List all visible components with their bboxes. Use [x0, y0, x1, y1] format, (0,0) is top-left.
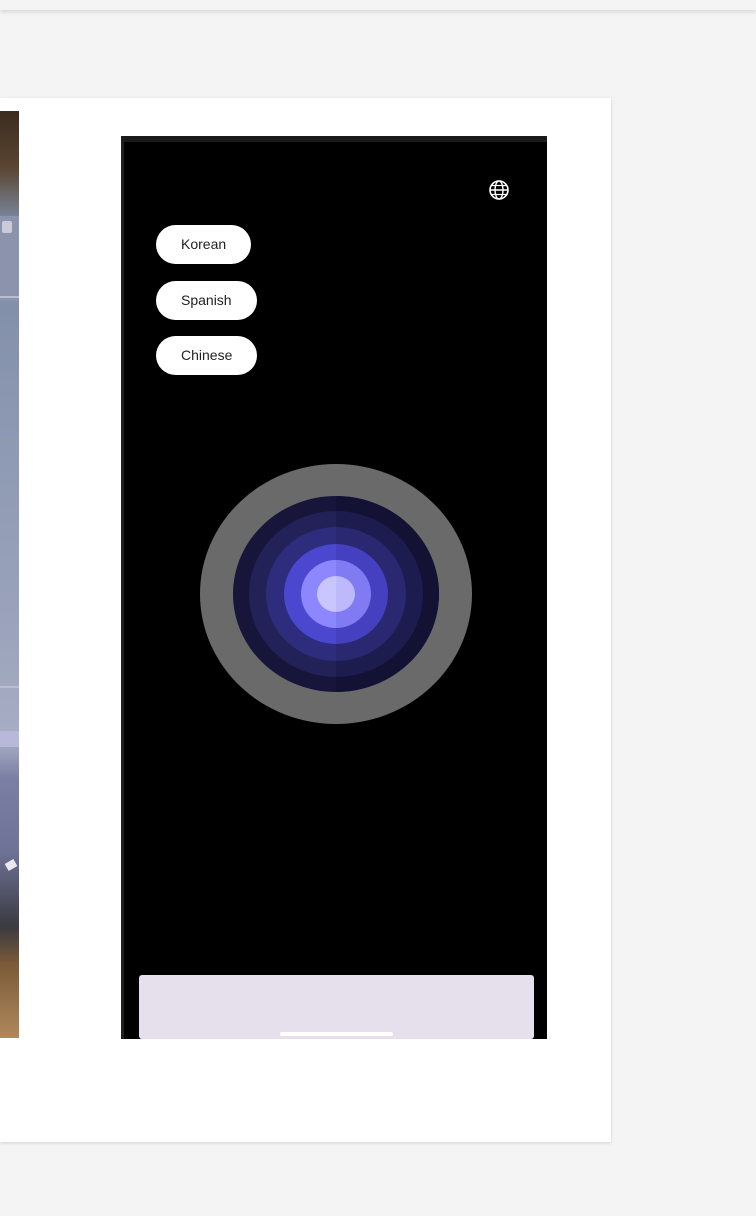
voice-orb-button[interactable]	[200, 464, 472, 724]
top-bar	[0, 0, 756, 10]
language-button-spanish[interactable]: Spanish	[156, 281, 257, 320]
phone-screen: Korean Spanish Chinese	[121, 136, 547, 1039]
status-bar	[121, 136, 547, 142]
cropped-photo	[0, 111, 19, 1038]
language-button-chinese[interactable]: Chinese	[156, 336, 258, 375]
language-button-korean[interactable]: Korean	[156, 225, 252, 264]
phone-edge	[121, 136, 124, 1039]
home-indicator[interactable]	[280, 1032, 393, 1036]
bottom-panel[interactable]	[139, 975, 534, 1039]
globe-icon[interactable]	[488, 179, 510, 201]
voice-orb-icon	[200, 464, 472, 724]
